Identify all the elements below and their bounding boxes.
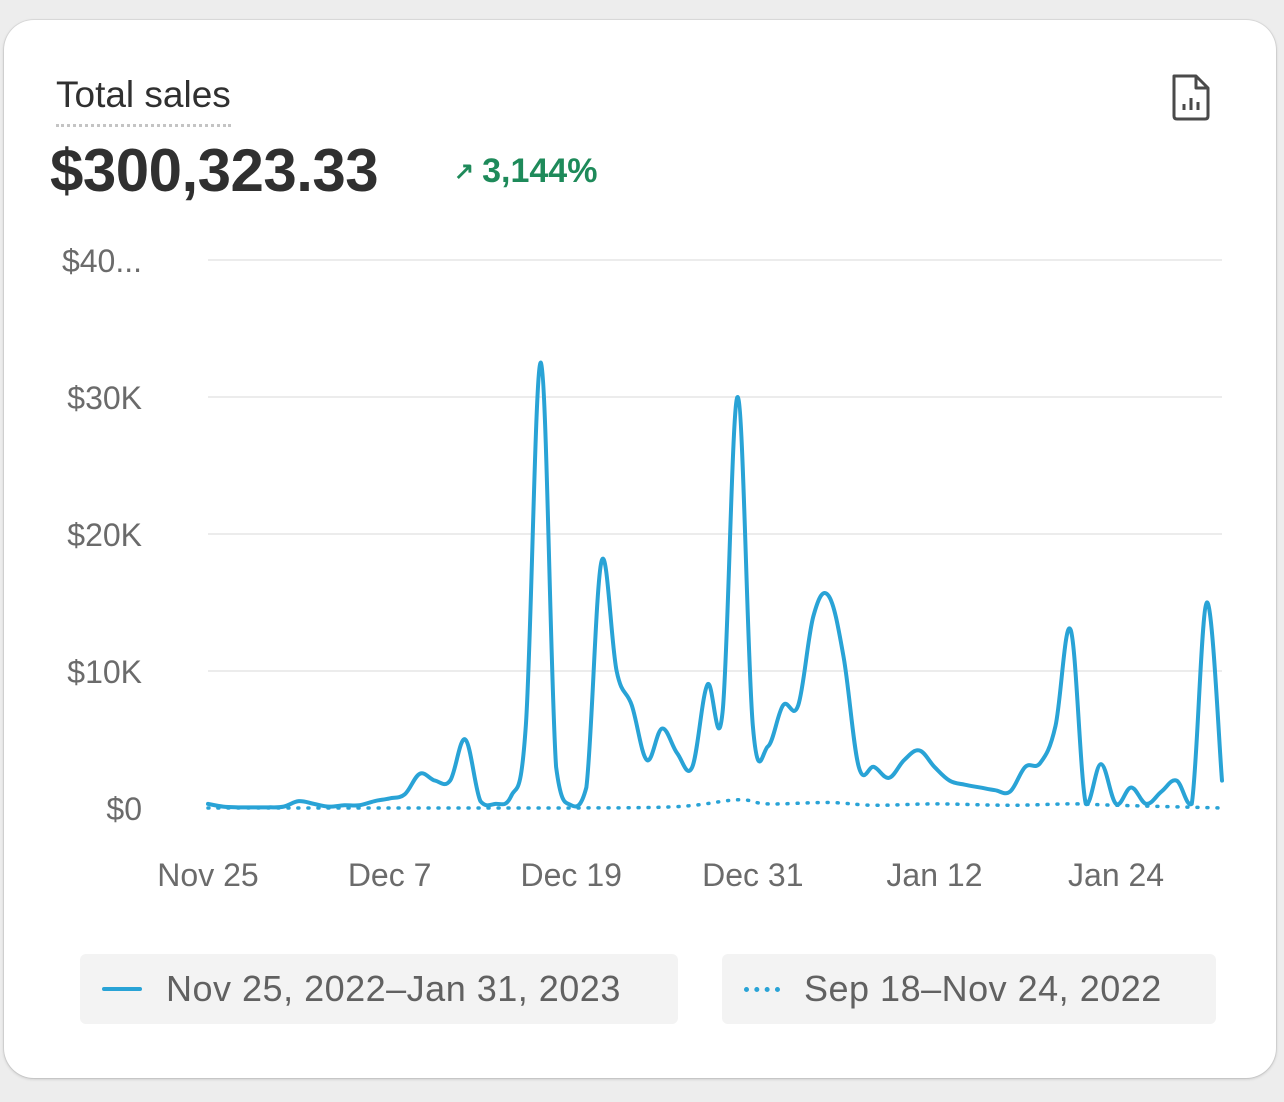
sales-line-chart: $0 $10K $20K $30K $40... Nov 25 Dec 7 Dec 19 De… (62, 243, 1224, 893)
x-tick-label: Nov 25 (157, 857, 258, 893)
x-tick-label: Dec 31 (702, 857, 803, 893)
y-tick-label: $40... (62, 243, 142, 279)
legend-label-current: Nov 25, 2022–Jan 31, 2023 (166, 968, 621, 1009)
y-tick-label: $0 (106, 791, 142, 827)
total-sales-card: Total sales $300,323.33 ↗ 3,144% $0 $10K $… (4, 20, 1276, 1078)
x-axis-ticks: Nov 25 Dec 7 Dec 19 Dec 31 Jan 12 Jan 24 (157, 857, 1164, 893)
solid-line-swatch (102, 987, 142, 991)
y-tick-label: $30K (67, 380, 142, 416)
y-tick-label: $20K (67, 517, 142, 553)
legend-current-period[interactable]: Nov 25, 2022–Jan 31, 2023 (80, 954, 678, 1024)
y-tick-label: $10K (67, 654, 142, 690)
series-line-current-period (206, 360, 1224, 810)
legend-label-previous: Sep 18–Nov 24, 2022 (804, 968, 1162, 1009)
legend-previous-period[interactable]: Sep 18–Nov 24, 2022 (722, 954, 1216, 1024)
x-tick-label: Jan 24 (1068, 857, 1164, 893)
grid-lines (208, 259, 1222, 672)
dotted-line-swatch (744, 986, 780, 992)
y-axis-ticks: $0 $10K $20K $30K $40... (62, 243, 142, 827)
x-tick-label: Jan 12 (886, 857, 982, 893)
x-tick-label: Dec 19 (521, 857, 622, 893)
series-lines (206, 360, 1224, 810)
x-tick-label: Dec 7 (348, 857, 432, 893)
